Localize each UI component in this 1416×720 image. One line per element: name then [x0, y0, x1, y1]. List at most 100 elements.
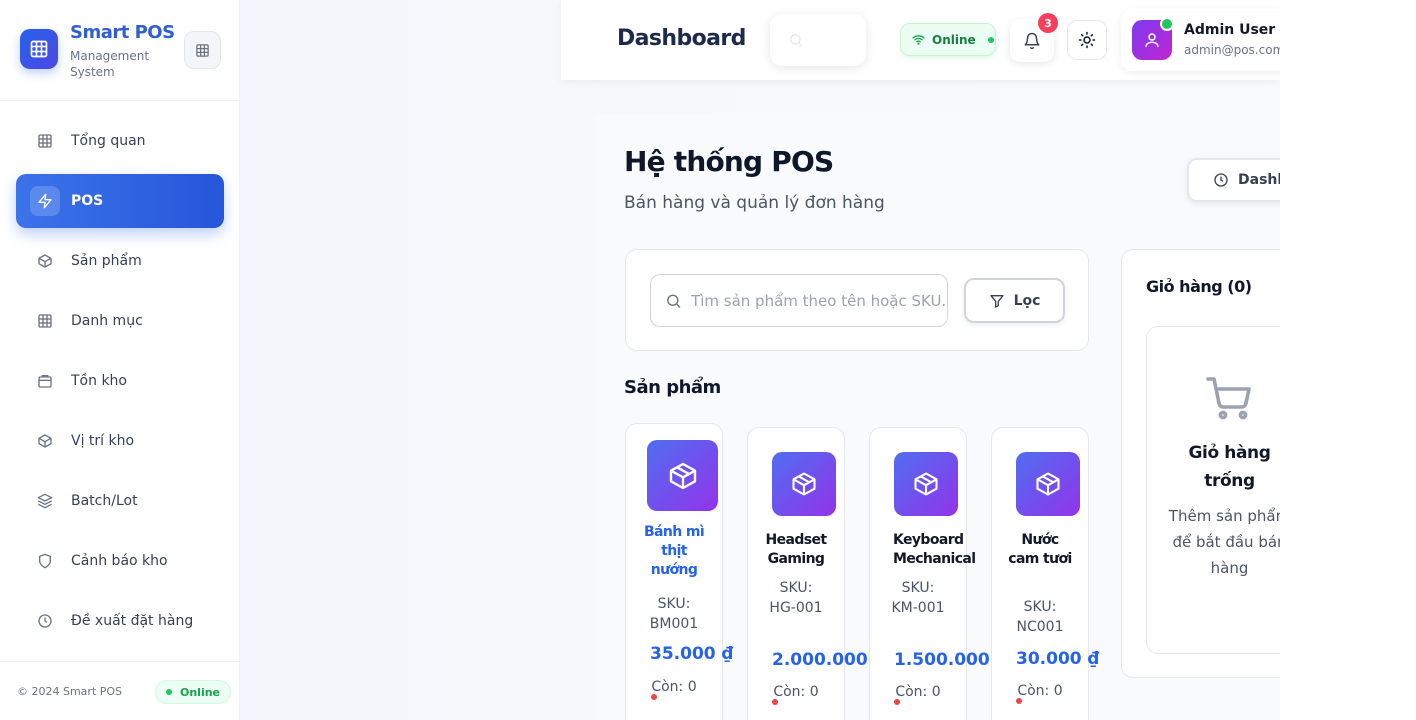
sidebar-item-label: Sản phẩm — [71, 253, 142, 269]
product-sku: SKU: HG-001 — [769, 580, 823, 616]
archive-icon — [36, 372, 54, 390]
sidebar-item-label: POS — [71, 193, 104, 209]
package-icon — [894, 452, 958, 516]
product-price: 35.000 ₫ — [650, 644, 734, 664]
topbar: Dashboard Online 3 Admin User admin@pos.… — [561, 0, 1280, 80]
status-dot-icon — [987, 36, 994, 43]
user-menu[interactable]: Admin User admin@pos.com — [1121, 9, 1280, 71]
product-sku: SKU: NC001 — [1016, 599, 1064, 635]
grid-icon — [196, 43, 209, 57]
user-icon — [1145, 33, 1159, 47]
user-email: admin@pos.com — [1184, 43, 1280, 57]
product-card[interactable]: Nước cam tươi SKU: NC001 30.000 ₫ Còn: 0 — [991, 427, 1099, 720]
connection-status-badge: Online — [900, 23, 996, 56]
header-search-button[interactable] — [770, 14, 866, 66]
status-label: Online — [180, 685, 221, 699]
main-title: Hệ thống POS — [624, 145, 834, 178]
sidebar-toggle-button[interactable] — [184, 31, 221, 69]
wifi-icon — [912, 35, 925, 45]
product-name: Bánh mì thịt nướng — [643, 524, 705, 578]
sidebar-item-label: Đề xuất đặt hàng — [71, 613, 194, 629]
sidebar-item-vi-tri-kho[interactable]: Vị trí kho — [16, 414, 224, 468]
package-icon — [772, 452, 836, 516]
sidebar-item-ton-kho[interactable]: Tồn kho — [16, 354, 224, 408]
package-icon — [1016, 452, 1080, 516]
clock-icon — [1213, 172, 1229, 188]
brand-header: Smart POS Management System — [0, 0, 240, 101]
product-stock: Còn: 0 — [651, 679, 697, 695]
sidebar-item-label: Batch/Lot — [71, 493, 138, 509]
main-content: Hệ thống POS Bán hàng và quản lý đơn hàn… — [593, 113, 1280, 720]
sidebar: Smart POS Management System Tổng quan PO… — [0, 0, 240, 720]
notification-count-badge: 3 — [1038, 13, 1058, 33]
main-subtitle: Bán hàng và quản lý đơn hàng — [624, 193, 885, 213]
package-icon — [647, 440, 718, 511]
page-title: Dashboard — [617, 26, 746, 51]
sidebar-item-san-pham[interactable]: Sản phẩm — [16, 234, 224, 288]
shield-icon — [36, 552, 54, 570]
product-name: Nước cam tươi — [1008, 532, 1072, 567]
product-card[interactable]: Keyboard Mechanical SKU: KM-001 1.500.00… — [869, 427, 1007, 720]
layers-icon — [36, 492, 54, 510]
app-logo-icon[interactable] — [20, 29, 58, 69]
sidebar-item-label: Cảnh báo kho — [71, 553, 168, 569]
brand-subtitle: Management System — [70, 49, 150, 79]
product-search-field[interactable] — [650, 274, 948, 327]
dashboard-button-label: Dashboard — [1238, 172, 1280, 188]
product-search-card: Lọc — [625, 249, 1089, 351]
sun-icon — [1078, 31, 1096, 49]
product-sku: SKU: KM-001 — [891, 580, 945, 616]
filter-button[interactable]: Lọc — [964, 278, 1065, 323]
lightning-icon — [30, 186, 60, 216]
product-stock: Còn: 0 — [895, 684, 941, 700]
status-dot-icon — [166, 689, 172, 695]
theme-toggle-button[interactable] — [1067, 20, 1107, 60]
box-icon — [36, 252, 54, 270]
product-name: Keyboard Mechanical — [893, 532, 976, 567]
sidebar-item-tong-quan[interactable]: Tổng quan — [16, 114, 224, 168]
sidebar-item-canh-bao-kho[interactable]: Cảnh báo kho — [16, 534, 224, 588]
sidebar-item-label: Tổng quan — [71, 133, 146, 149]
product-stock: Còn: 0 — [773, 684, 819, 700]
sidebar-item-batch-lot[interactable]: Batch/Lot — [16, 474, 224, 528]
product-name: Headset Gaming — [765, 532, 827, 567]
app-viewport: Smart POS Management System Tổng quan PO… — [0, 0, 1280, 720]
product-stock: Còn: 0 — [1017, 683, 1063, 699]
search-icon — [667, 294, 681, 308]
sidebar-item-label: Vị trí kho — [71, 433, 135, 449]
filter-icon — [989, 293, 1005, 309]
box-icon — [36, 432, 54, 450]
product-card[interactable]: Headset Gaming SKU: HG-001 2.000.000 ₫ C… — [747, 427, 885, 720]
grid-icon — [36, 132, 54, 150]
product-sku: SKU: BM001 — [649, 596, 699, 632]
copyright-text: © 2024 Smart POS — [17, 685, 123, 698]
sidebar-item-danh-muc[interactable]: Danh mục — [16, 294, 224, 348]
cart-title: Giỏ hàng (0) — [1146, 277, 1252, 296]
products-section-title: Sản phẩm — [624, 377, 721, 398]
sidebar-item-de-xuat-dat-hang[interactable]: Đề xuất đặt hàng — [16, 594, 224, 648]
grid-icon — [36, 312, 54, 330]
dashboard-button[interactable]: Dashboard — [1187, 158, 1280, 202]
sidebar-nav: Tổng quan POS Sản phẩm Danh mục Tồn kho … — [16, 114, 224, 654]
cart-panel: Giỏ hàng (0) Giỏ hàng trống Thêm sản phẩ… — [1121, 249, 1280, 678]
filter-button-label: Lọc — [1013, 292, 1041, 309]
status-badge: Online — [155, 680, 232, 704]
notifications-button[interactable]: 3 — [1010, 13, 1058, 62]
product-card[interactable]: Bánh mì thịt nướng SKU: BM001 35.000 ₫ C… — [625, 423, 733, 720]
sidebar-item-label: Danh mục — [71, 313, 143, 329]
cart-empty-title: Giỏ hàng trống — [1188, 443, 1271, 491]
sidebar-footer: © 2024 Smart POS Online — [0, 661, 240, 720]
sidebar-item-pos[interactable]: POS — [16, 174, 224, 228]
online-indicator-icon — [1160, 17, 1174, 31]
cart-empty-state: Giỏ hàng trống Thêm sản phẩm để bắt đầu … — [1146, 326, 1280, 654]
clock-icon — [36, 612, 54, 630]
product-price: 30.000 ₫ — [1016, 649, 1100, 669]
connection-status-label: Online — [932, 32, 976, 47]
product-search-input[interactable] — [691, 291, 947, 310]
search-icon — [790, 34, 803, 47]
user-name: Admin User — [1184, 22, 1276, 38]
brand-name: Smart POS — [70, 22, 175, 43]
sidebar-item-label: Tồn kho — [71, 373, 127, 389]
cart-empty-text: Thêm sản phẩm để bắt đầu bán hàng — [1168, 507, 1280, 577]
shopping-cart-icon — [1206, 377, 1251, 420]
